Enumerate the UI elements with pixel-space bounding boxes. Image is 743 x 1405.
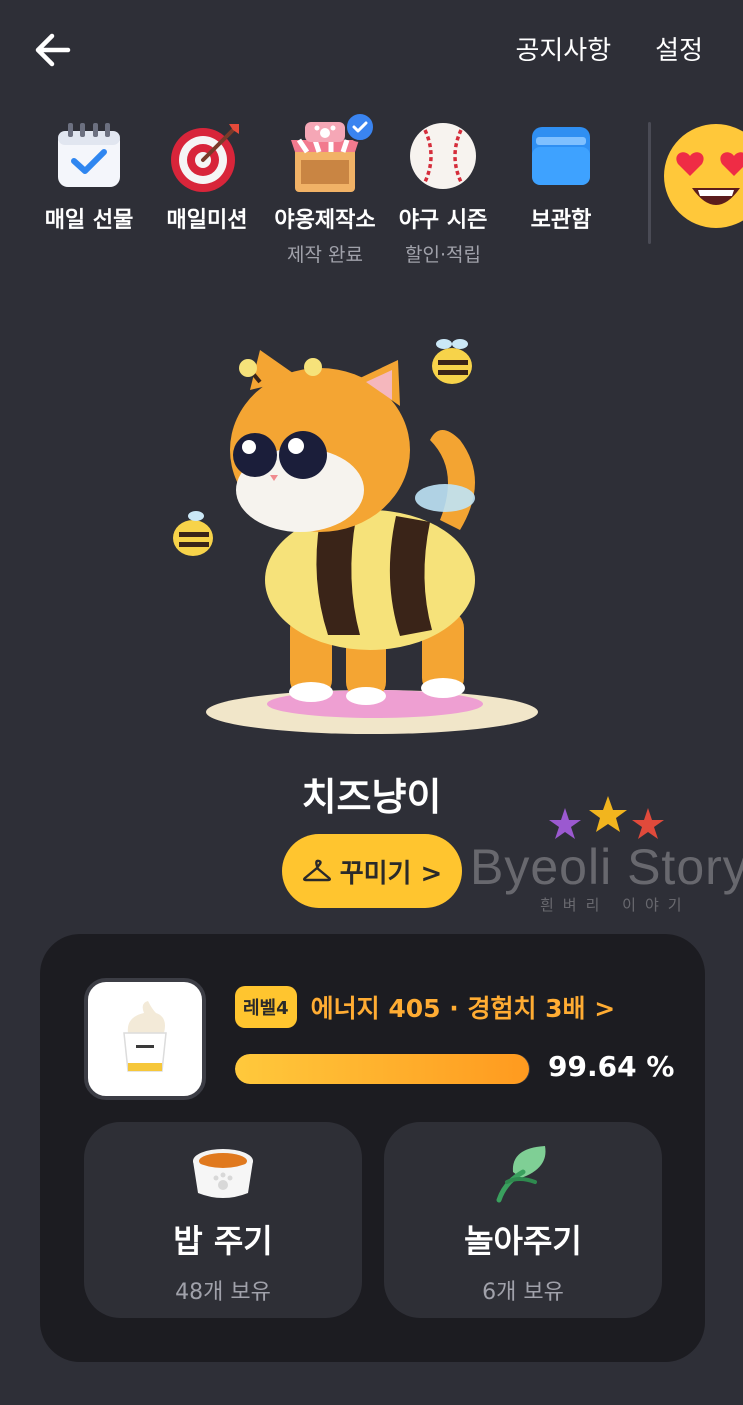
target-icon — [169, 118, 245, 194]
play-count: 6개 보유 — [482, 1280, 564, 1305]
back-button[interactable] — [30, 28, 74, 72]
feed-button[interactable]: 밥 주기 48개 보유 — [84, 1122, 362, 1318]
settings-link[interactable]: 설정 — [655, 30, 703, 67]
food-bowl-icon — [188, 1142, 258, 1204]
notice-link[interactable]: 공지사항 — [515, 30, 611, 67]
menu-sublabel: 제작 완료 — [287, 244, 363, 266]
play-title: 놀아주기 — [464, 1222, 582, 1260]
watermark-text: Byeoli Story — [470, 839, 743, 895]
menu-baseball-season[interactable]: 야구 시즌 할인·적립 — [384, 118, 502, 278]
menu-label: 야옹제작소 — [274, 208, 376, 233]
menu-divider — [648, 122, 651, 244]
menu-daily-gift[interactable]: 매일 선물 — [30, 118, 148, 278]
menu-label: 보관함 — [530, 208, 592, 233]
level-badge: 레벨4 — [235, 986, 297, 1028]
exp-progress-bar — [235, 1054, 530, 1084]
decorate-label: 꾸미기 > — [339, 858, 443, 889]
menu-storage[interactable]: 보관함 — [502, 118, 620, 278]
energy-exp-text: 에너지 405 · 경험치 3배 > — [310, 994, 616, 1023]
decorate-button[interactable]: 꾸미기 > — [282, 834, 462, 908]
exp-progress-text: 99.64 % — [548, 1050, 675, 1083]
completed-check-badge — [345, 112, 375, 142]
leaf-toy-icon — [488, 1142, 558, 1204]
calendar-check-icon — [51, 118, 127, 194]
menu-daily-mission[interactable]: 매일미션 — [148, 118, 266, 278]
ice-cream-icon — [123, 1001, 167, 1072]
heart-eyes-emoji-icon[interactable] — [662, 122, 743, 230]
pet-screen: 공지사항 설정 매일 선물 매일미션 야옹제작소 제작 완료 야구 시즌 할인·… — [0, 0, 743, 1405]
feed-title: 밥 주기 — [173, 1222, 273, 1260]
soft-ice-cream-item-thumbnail[interactable] — [84, 978, 206, 1100]
shop-stall-icon — [287, 112, 375, 194]
feed-count: 48개 보유 — [175, 1280, 271, 1305]
menu-label: 매일 선물 — [44, 208, 134, 233]
menu-label: 매일미션 — [166, 208, 248, 233]
play-button[interactable]: 놀아주기 6개 보유 — [384, 1122, 662, 1318]
bee-costume-cat-character[interactable] — [160, 330, 560, 740]
level-info-link[interactable]: 레벨4 에너지 405 · 경험치 3배 > — [235, 986, 615, 1028]
header-links: 공지사항 설정 — [515, 30, 703, 67]
folder-icon — [523, 118, 599, 194]
character-name: 치즈냥이 — [301, 775, 442, 819]
menu-label: 야구 시즌 — [398, 208, 488, 233]
menu-cat-workshop[interactable]: 야옹제작소 제작 완료 — [266, 112, 384, 278]
watermark-subtext: 흰벼리 이야기 — [540, 896, 691, 914]
exp-progress-fill — [235, 1054, 529, 1084]
menu-sublabel: 할인·적립 — [405, 244, 481, 266]
hanger-icon — [302, 859, 331, 882]
baseball-icon — [405, 118, 481, 194]
feature-menu: 매일 선물 매일미션 야옹제작소 제작 완료 야구 시즌 할인·적립 보관함 — [30, 112, 743, 278]
arrow-left-icon — [35, 33, 71, 67]
pet-status-card: 레벨4 에너지 405 · 경험치 3배 > 99.64 % 밥 주기 48개 — [40, 934, 705, 1362]
